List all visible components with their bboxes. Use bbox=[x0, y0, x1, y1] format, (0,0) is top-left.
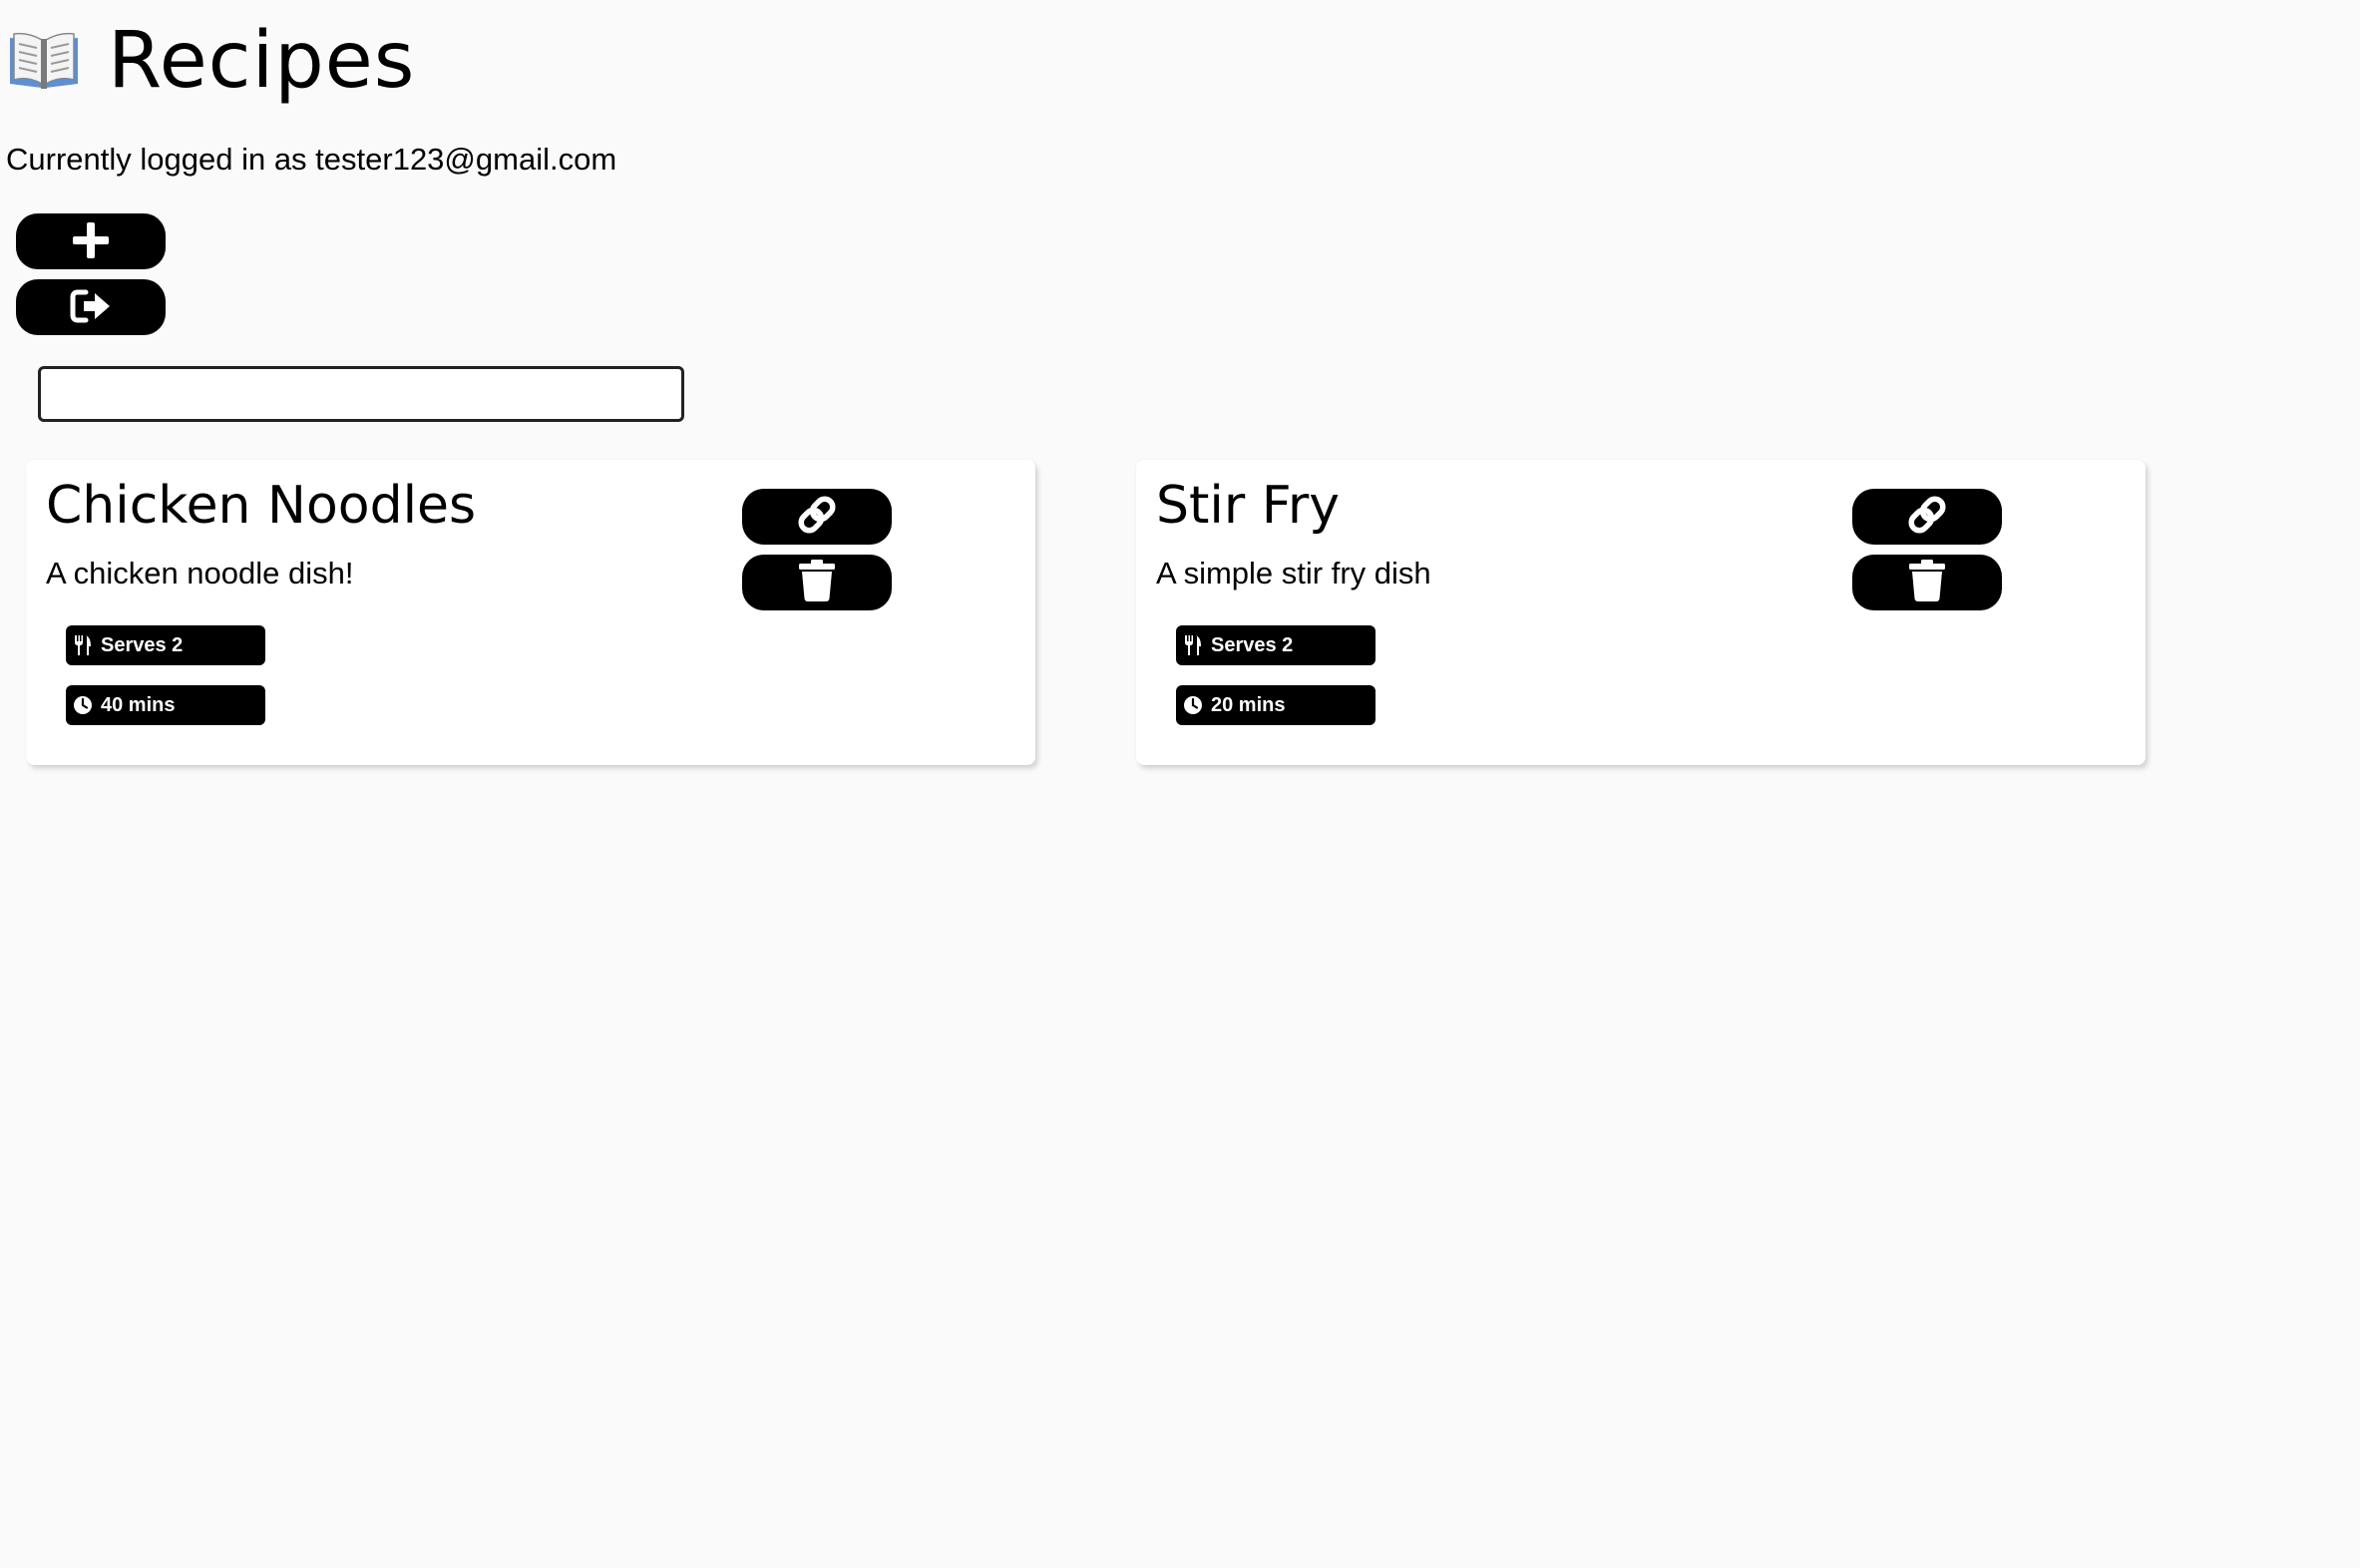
clock-icon bbox=[1182, 693, 1204, 717]
recipe-title: Chicken Noodles bbox=[46, 476, 477, 536]
time-label: 40 mins bbox=[101, 693, 176, 716]
time-badge: 20 mins bbox=[1176, 685, 1376, 725]
utensils-icon bbox=[72, 633, 94, 657]
sign-out-icon bbox=[70, 288, 112, 327]
logout-button[interactable] bbox=[16, 279, 166, 335]
clock-icon bbox=[72, 693, 94, 717]
trash-icon bbox=[798, 559, 836, 607]
recipe-card: Stir Fry A simple stir fry dish Serves 2… bbox=[1136, 460, 2146, 765]
recipe-description: A simple stir fry dish bbox=[1156, 556, 1431, 590]
recipe-title: Stir Fry bbox=[1156, 476, 1341, 536]
link-icon bbox=[795, 493, 839, 542]
serves-label: Serves 2 bbox=[101, 633, 184, 656]
utensils-icon bbox=[1182, 633, 1204, 657]
plus-icon bbox=[71, 220, 111, 263]
delete-button[interactable] bbox=[742, 555, 892, 610]
trash-icon bbox=[1908, 559, 1946, 607]
recipe-card: Chicken Noodles A chicken noodle dish! S… bbox=[26, 460, 1035, 765]
serves-badge: Serves 2 bbox=[1176, 625, 1376, 665]
link-icon bbox=[1905, 493, 1949, 542]
share-link-button[interactable] bbox=[1852, 489, 2002, 545]
logged-in-status: Currently logged in as tester123@gmail.c… bbox=[6, 142, 617, 177]
page-header: Recipes bbox=[6, 22, 415, 100]
open-book-icon bbox=[6, 23, 82, 99]
serves-badge: Serves 2 bbox=[66, 625, 265, 665]
time-badge: 40 mins bbox=[66, 685, 265, 725]
add-recipe-button[interactable] bbox=[16, 213, 166, 269]
page-title: Recipes bbox=[108, 16, 416, 106]
serves-label: Serves 2 bbox=[1211, 633, 1294, 656]
recipe-description: A chicken noodle dish! bbox=[46, 556, 354, 590]
time-label: 20 mins bbox=[1211, 693, 1286, 716]
share-link-button[interactable] bbox=[742, 489, 892, 545]
delete-button[interactable] bbox=[1852, 555, 2002, 610]
search-input[interactable] bbox=[38, 366, 684, 422]
